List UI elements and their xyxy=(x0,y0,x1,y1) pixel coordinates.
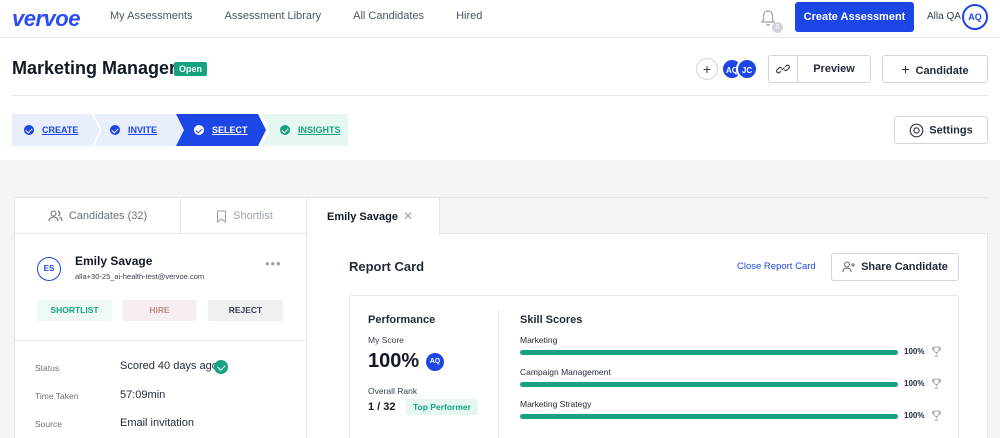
candidate-email: alla+30-25_ai-health-test@vervoe.com xyxy=(75,272,205,281)
check-icon xyxy=(194,125,204,135)
panel-divider xyxy=(15,340,306,341)
users-icon xyxy=(48,210,63,222)
close-report-card-link[interactable]: Close Report Card xyxy=(737,261,816,272)
time-taken-label: Time Taken xyxy=(35,391,79,401)
skill-bar-fill xyxy=(520,382,898,387)
top-nav: vervoe My Assessments Assessment Library… xyxy=(0,0,1000,38)
candidate-avatar: ES xyxy=(37,257,61,281)
check-icon xyxy=(280,125,290,135)
settings-label: Settings xyxy=(929,124,973,136)
tab-shortlist[interactable]: Shortlist xyxy=(181,198,308,234)
tab-shortlist-label: Shortlist xyxy=(233,210,273,222)
share-candidate-label: Share Candidate xyxy=(861,261,948,274)
step-insights[interactable]: INSIGHTS xyxy=(262,114,348,146)
scored-check-icon xyxy=(214,360,228,374)
check-icon xyxy=(24,125,34,135)
page-title: Marketing Manager xyxy=(12,58,177,78)
skill-bar-track xyxy=(520,414,898,419)
nav-my-assessments[interactable]: My Assessments xyxy=(110,10,193,22)
skill-bar-fill xyxy=(520,414,898,419)
skill-row: Marketing Strategy 100% xyxy=(520,399,945,427)
time-taken-value: 57:09min xyxy=(120,389,166,401)
plus-icon: + xyxy=(901,61,910,77)
settings-button[interactable]: Settings xyxy=(894,116,988,144)
vervoe-logo[interactable]: vervoe xyxy=(12,6,80,32)
nav-hired[interactable]: Hired xyxy=(456,10,482,22)
user-name[interactable]: Alla QA xyxy=(927,11,961,22)
add-user-icon xyxy=(842,261,856,273)
top-performer-badge: Top Performer xyxy=(406,399,478,415)
skill-percentage: 100% xyxy=(904,411,925,420)
collaborator-avatar-jc[interactable]: JC xyxy=(736,58,758,80)
trophy-icon xyxy=(931,410,942,421)
skill-name: Marketing xyxy=(520,335,558,345)
tab-candidates[interactable]: Candidates (32) xyxy=(15,198,181,234)
workflow-steps: CREATE INVITE SELECT INSIGHTS xyxy=(12,114,352,146)
scorer-avatar: AQ xyxy=(426,353,444,371)
candidate-name: Emily Savage xyxy=(75,254,153,268)
link-icon xyxy=(776,64,790,74)
source-value: Email invitation xyxy=(120,417,194,429)
bookmark-icon xyxy=(217,209,227,223)
step-invite[interactable]: INVITE xyxy=(94,114,186,146)
preview-button[interactable]: Preview xyxy=(797,55,871,83)
skill-row: Campaign Management 100% xyxy=(520,367,945,395)
create-assessment-button[interactable]: Create Assessment xyxy=(795,2,914,32)
check-icon xyxy=(110,125,120,135)
nav-assessment-library[interactable]: Assessment Library xyxy=(225,10,322,22)
trophy-icon xyxy=(931,346,942,357)
copy-link-button[interactable] xyxy=(768,55,798,83)
source-label: Source xyxy=(35,419,62,429)
skill-name: Campaign Management xyxy=(520,367,611,377)
step-create-label: CREATE xyxy=(42,125,79,135)
add-collaborator-button[interactable]: + xyxy=(696,58,718,80)
report-panel: Emily Savage ✕ Report Card Close Report … xyxy=(307,197,988,438)
reject-button[interactable]: REJECT xyxy=(208,300,283,321)
skill-bar-track xyxy=(520,382,898,387)
nav-links: My Assessments Assessment Library All Ca… xyxy=(110,10,514,22)
skill-percentage: 100% xyxy=(904,379,925,388)
notification-count: 0 xyxy=(772,22,783,33)
step-select[interactable]: SELECT xyxy=(176,114,266,146)
candidate-panel: Candidates (32) Shortlist ES Emily Savag… xyxy=(14,197,308,438)
report-card: Performance My Score 100% AQ Overall Ran… xyxy=(349,295,959,438)
my-score-value: 100% xyxy=(368,350,420,372)
step-create[interactable]: CREATE xyxy=(12,114,100,146)
header-divider xyxy=(12,95,988,96)
share-candidate-button[interactable]: Share Candidate xyxy=(831,253,959,281)
settings-icon xyxy=(909,123,924,137)
candidate-tabs: Candidates (32) Shortlist xyxy=(15,198,308,234)
skill-bar-fill xyxy=(520,350,898,355)
status-label: Status xyxy=(35,363,60,373)
add-candidate-button[interactable]: + Candidate xyxy=(882,55,988,83)
tab-candidate-report[interactable]: Emily Savage ✕ xyxy=(307,198,440,235)
step-insights-label: INSIGHTS xyxy=(298,125,341,135)
overall-rank-label: Overall Rank xyxy=(368,386,418,396)
tab-candidate-report-label: Emily Savage xyxy=(327,210,398,223)
skill-percentage: 100% xyxy=(904,347,925,356)
skill-bar-track xyxy=(520,350,898,355)
step-invite-label: INVITE xyxy=(128,125,158,135)
step-select-label: SELECT xyxy=(212,125,248,135)
status-badge: Open xyxy=(174,62,208,76)
nav-all-candidates[interactable]: All Candidates xyxy=(353,10,424,22)
more-options-icon[interactable]: ••• xyxy=(265,256,282,271)
report-card-title: Report Card xyxy=(349,259,425,274)
tab-candidates-label: Candidates (32) xyxy=(68,210,148,222)
hire-button[interactable]: HIRE xyxy=(122,300,197,321)
add-candidate-label: Candidate xyxy=(915,65,969,77)
card-divider xyxy=(498,310,499,438)
my-score-label: My Score xyxy=(368,335,404,345)
user-avatar[interactable]: AQ xyxy=(962,4,988,30)
trophy-icon xyxy=(931,378,942,389)
close-icon[interactable]: ✕ xyxy=(403,209,413,223)
tab-bar-filler xyxy=(440,198,988,234)
overall-rank-value: 1 / 32 xyxy=(368,401,396,413)
shortlist-button[interactable]: SHORTLIST xyxy=(37,300,112,321)
performance-title: Performance xyxy=(368,314,436,326)
skill-row: Marketing 100% xyxy=(520,335,945,363)
skill-scores-title: Skill Scores xyxy=(520,314,583,326)
status-value: Scored 40 days ago xyxy=(120,360,218,372)
skill-name: Marketing Strategy xyxy=(520,399,592,409)
